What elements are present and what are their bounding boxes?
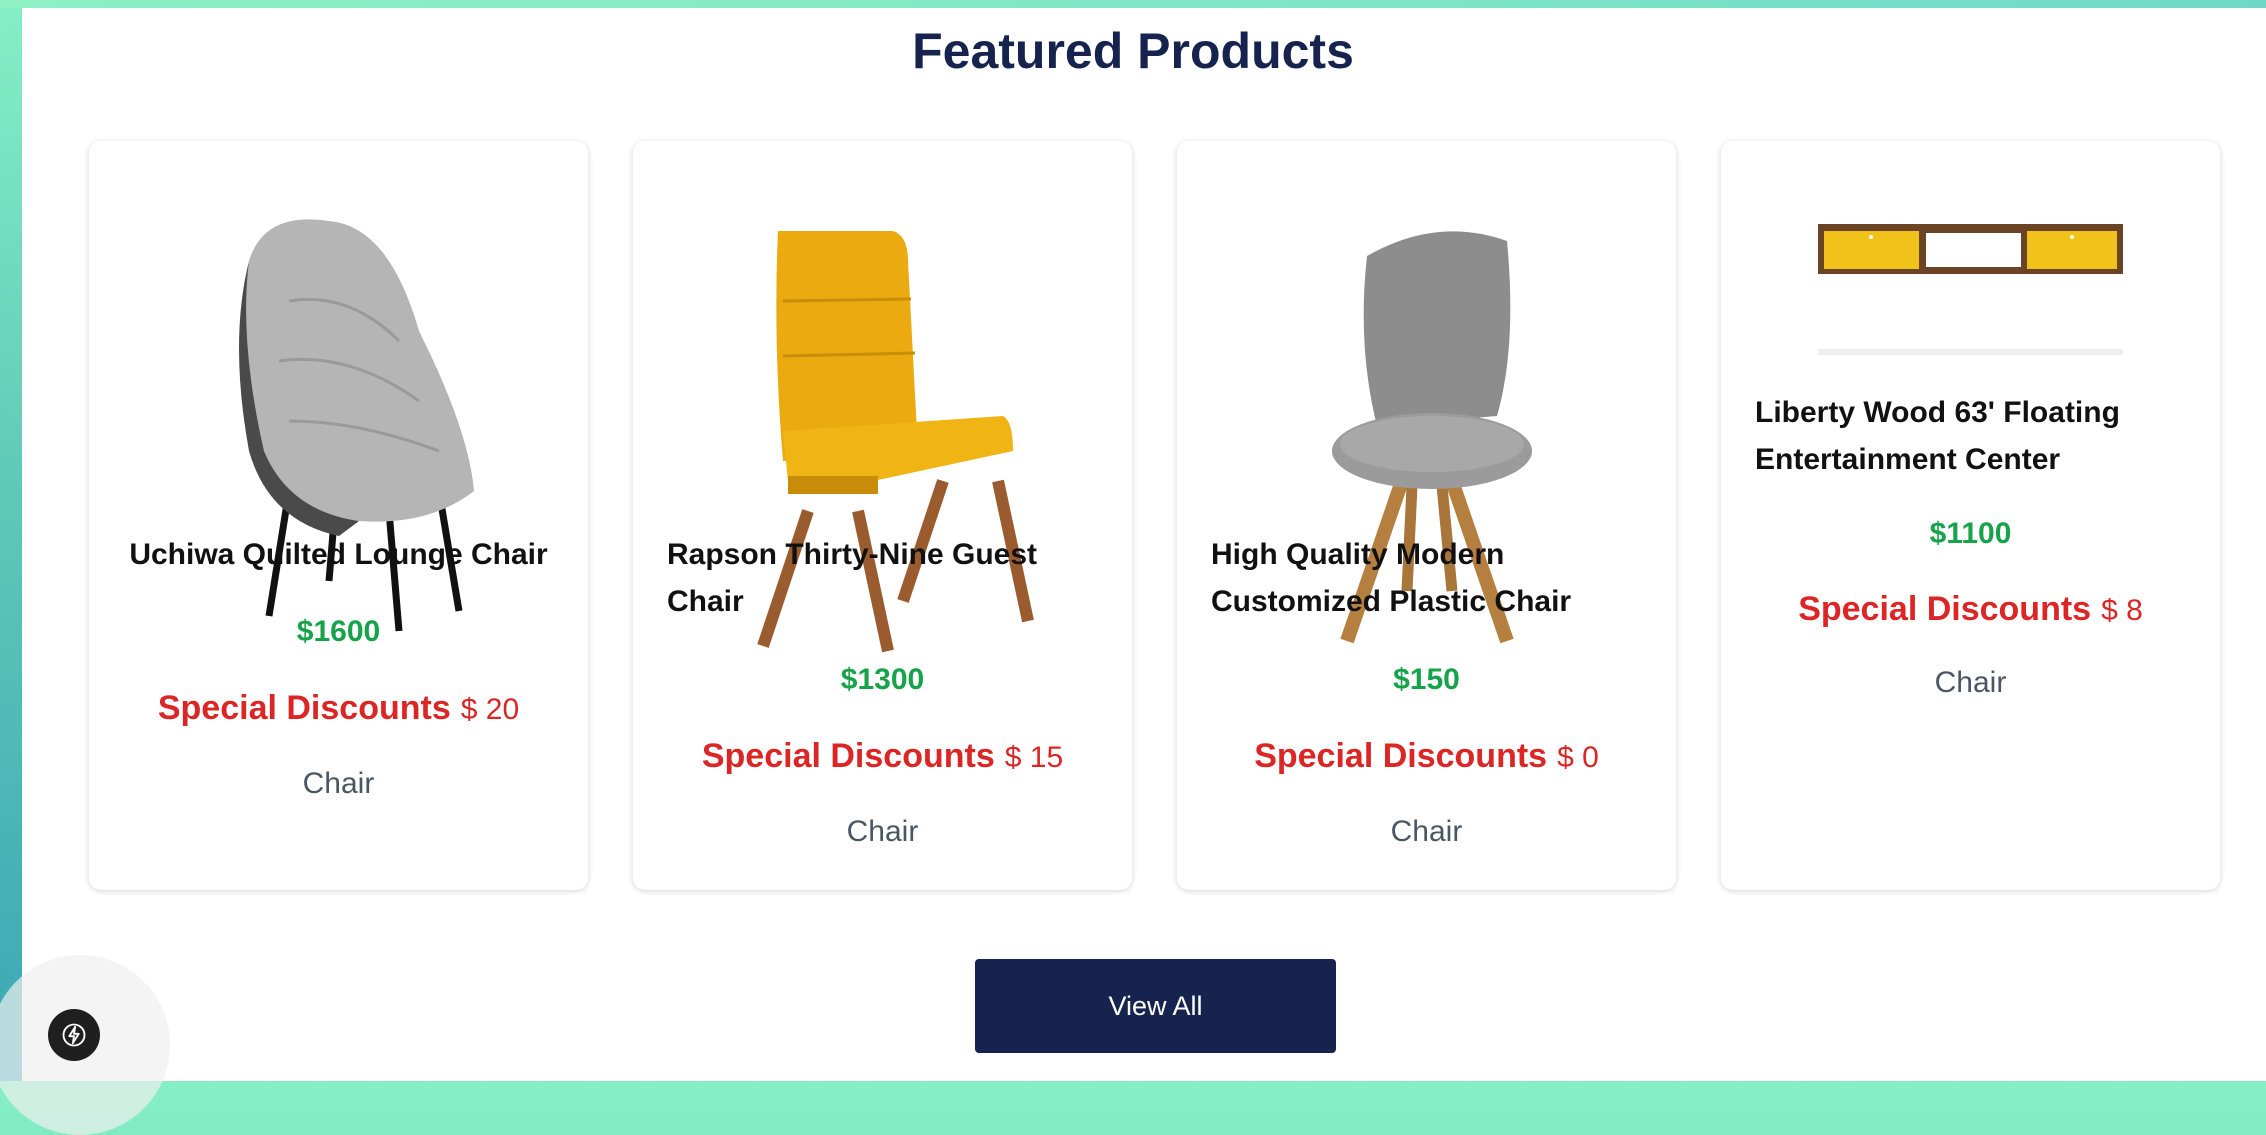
discount-label: Special Discounts — [1254, 737, 1548, 775]
product-card[interactable]: Rapson Thirty-Nine Guest Chair $1300 Spe… — [633, 141, 1132, 890]
product-price: $1300 — [840, 663, 925, 696]
discount-row: Special Discounts $ 20 — [89, 689, 588, 728]
quick-action-button[interactable] — [48, 1009, 100, 1061]
product-price: $1600 — [296, 615, 381, 648]
product-name[interactable]: Uchiwa Quilted Lounge Chair — [109, 531, 568, 578]
top-gradient-bar — [0, 0, 2266, 8]
product-name[interactable]: Rapson Thirty-Nine Guest Chair — [667, 531, 1098, 625]
product-name[interactable]: Liberty Wood 63' Floating Entertainment … — [1755, 389, 2186, 483]
discount-amount: $ 15 — [1004, 741, 1064, 774]
section-title: Featured Products — [912, 23, 1354, 79]
view-all-button[interactable]: View All — [975, 959, 1336, 1053]
lightning-icon — [62, 1023, 86, 1047]
discount-label: Special Discounts — [157, 689, 451, 727]
product-name[interactable]: High Quality Modern Customized Plastic C… — [1211, 531, 1642, 625]
product-image-lounge-chair — [239, 219, 474, 632]
product-price: $1100 — [1929, 517, 2012, 550]
product-price: $150 — [1393, 663, 1460, 696]
product-category: Chair — [302, 767, 375, 800]
discount-amount: $ 20 — [460, 693, 520, 726]
discount-row: Special Discounts $ 8 — [1721, 590, 2220, 629]
product-category: Chair — [1390, 815, 1463, 848]
product-category: Chair — [1934, 666, 2007, 699]
discount-amount: $ 0 — [1557, 741, 1599, 774]
product-card[interactable]: High Quality Modern Customized Plastic C… — [1177, 141, 1676, 890]
product-card[interactable]: Uchiwa Quilted Lounge Chair $1600 Specia… — [89, 141, 588, 890]
discount-amount: $ 8 — [2101, 594, 2143, 627]
discount-label: Special Discounts — [701, 737, 995, 775]
product-card[interactable]: Liberty Wood 63' Floating Entertainment … — [1721, 141, 2220, 890]
product-image-entertainment-center — [1818, 224, 2123, 355]
product-category: Chair — [846, 815, 919, 848]
discount-row: Special Discounts $ 15 — [633, 737, 1132, 776]
discount-label: Special Discounts — [1798, 590, 2092, 628]
discount-row: Special Discounts $ 0 — [1177, 737, 1676, 776]
